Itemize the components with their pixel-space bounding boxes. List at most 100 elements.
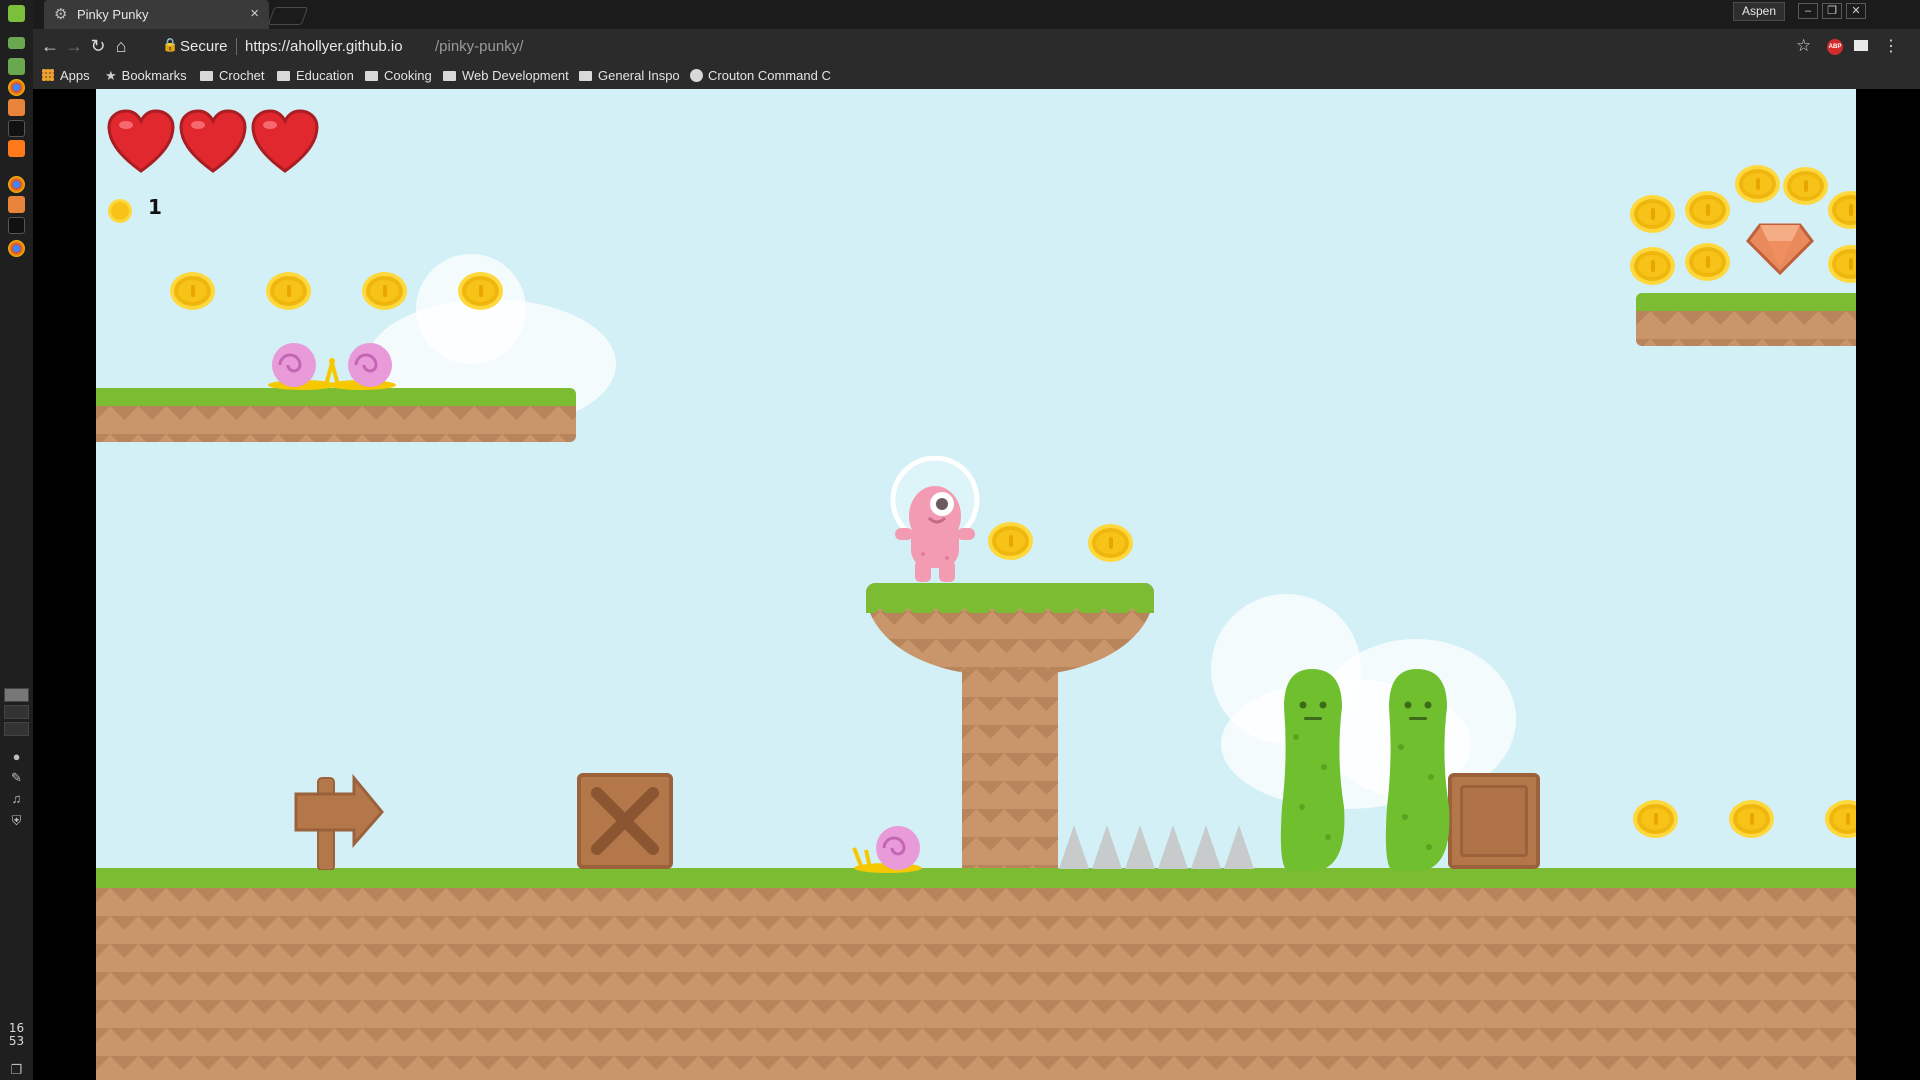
crate-x-mark (591, 787, 659, 855)
tab-pinky-punky[interactable]: ⚙ Pinky Punky × (44, 0, 269, 29)
coin (1685, 191, 1730, 229)
gear-icon: ⚙ (54, 6, 68, 23)
terminal-app-icon[interactable] (8, 120, 25, 137)
spike (1059, 825, 1089, 869)
folder-icon (365, 71, 378, 81)
files-folder-icon[interactable] (8, 58, 25, 75)
platform-grass (1636, 293, 1856, 321)
chrome-app-icon-2[interactable] (8, 176, 25, 193)
bookmark-apps[interactable]: Apps (42, 67, 90, 85)
spike (1092, 825, 1122, 869)
url-path: /pinky-punky/ (435, 38, 524, 55)
extension-icon[interactable] (1854, 40, 1868, 51)
close-window-button[interactable]: ✕ (1846, 3, 1866, 19)
sublime-app-icon-2[interactable] (8, 196, 25, 213)
bookmark-cooking[interactable]: Cooking (365, 67, 432, 85)
chrome-app-icon-3[interactable] (8, 240, 25, 257)
files-app-icon[interactable] (8, 37, 25, 49)
coin (170, 272, 215, 310)
adblock-extension-icon[interactable]: ABP (1827, 39, 1843, 55)
coin-counter-icon (108, 199, 132, 223)
ground-dirt (96, 888, 1856, 1080)
home-button[interactable]: ⌂ (111, 36, 131, 56)
spike (1125, 825, 1155, 869)
system-clock[interactable]: 16 53 (0, 1022, 33, 1048)
firefox-app-icon[interactable] (8, 140, 25, 157)
spike (1191, 825, 1221, 869)
bookmark-education[interactable]: Education (277, 67, 354, 85)
back-button[interactable]: ← (40, 36, 60, 56)
coin (1828, 191, 1856, 229)
workspace-3[interactable] (4, 722, 29, 736)
address-bar[interactable]: 🔒 Secure https://ahollyer.github.io /pin… (158, 32, 1835, 60)
coin (1783, 167, 1828, 205)
shield-icon[interactable]: ⛨ (7, 813, 26, 828)
coin (1735, 165, 1780, 203)
bookmark-web-development[interactable]: Web Development (443, 67, 569, 85)
workspace-2[interactable] (4, 705, 29, 719)
folder-icon (200, 71, 213, 81)
folder-icon (443, 71, 456, 81)
coin (1685, 243, 1730, 281)
bookmark-general-inspo[interactable]: General Inspo (579, 67, 680, 85)
reload-button[interactable]: ↻ (88, 36, 108, 56)
bookmark-crochet[interactable]: Crochet (200, 67, 265, 85)
bookmark-star-icon[interactable]: ☆ (1796, 36, 1811, 56)
coin (1630, 247, 1675, 285)
security-label: Secure (180, 38, 228, 55)
address-separator (236, 38, 237, 55)
slime-enemy (1280, 669, 1345, 871)
terminal-app-icon-2[interactable] (8, 217, 25, 234)
browser-menu-icon[interactable]: ⋮ (1883, 36, 1899, 56)
heart-icon (179, 109, 247, 173)
star-icon: ★ (105, 68, 117, 83)
lock-icon: 🔒 (162, 37, 179, 52)
heart-icon (251, 109, 319, 173)
github-icon (690, 69, 703, 82)
coin (266, 272, 311, 310)
user-icon[interactable]: ● (7, 749, 26, 764)
clock-minute: 53 (8, 1034, 25, 1048)
bookmark-bookmarks[interactable]: ★ Bookmarks (105, 67, 187, 85)
profile-button[interactable]: Aspen (1732, 2, 1785, 21)
folder-icon (579, 71, 592, 81)
tab-title: Pinky Punky (77, 7, 149, 22)
heart-icon (107, 109, 175, 173)
gem-pickup (1746, 223, 1814, 275)
page-margin-left (33, 89, 96, 1080)
coin (362, 272, 407, 310)
launcher-icon[interactable] (8, 5, 25, 22)
coin (1825, 800, 1856, 838)
coin (1729, 800, 1774, 838)
coin (988, 522, 1033, 560)
browser-chrome: ⚙ Pinky Punky × Aspen – ❐ ✕ ← → ↻ ⌂ 🔒 Se… (33, 0, 1920, 89)
restore-button[interactable]: ❐ (1822, 3, 1842, 19)
volume-icon[interactable]: ♫ (7, 791, 26, 806)
coin (458, 272, 503, 310)
coin (1633, 800, 1678, 838)
new-tab-button[interactable] (267, 7, 309, 25)
ground-grass (96, 868, 1856, 898)
game-canvas[interactable]: 1 (96, 89, 1856, 1080)
windows-icon[interactable]: ❐ (7, 1062, 26, 1077)
spike (1224, 825, 1254, 869)
forward-button[interactable]: → (64, 36, 84, 56)
snail-enemy (268, 343, 336, 390)
spike (1158, 825, 1188, 869)
workspace-1[interactable] (4, 688, 29, 702)
slime-enemy (1385, 669, 1450, 871)
os-shelf: ● ✎ ♫ ⛨ 16 53 ❐ (0, 0, 33, 1080)
coin (1088, 524, 1133, 562)
bookmark-crouton-command[interactable]: Crouton Command C (690, 67, 831, 85)
minimize-button[interactable]: – (1798, 3, 1818, 19)
tab-close-icon[interactable]: × (250, 5, 259, 22)
snail-enemy (328, 343, 396, 390)
tab-strip: ⚙ Pinky Punky × Aspen – ❐ ✕ (33, 0, 1920, 29)
sublime-app-icon[interactable] (8, 99, 25, 116)
pen-icon[interactable]: ✎ (7, 770, 26, 785)
coin-count: 1 (148, 195, 162, 219)
toolbar: ← → ↻ ⌂ 🔒 Secure https://ahollyer.github… (33, 29, 1920, 63)
crate-panel (1460, 785, 1528, 857)
coin (1828, 245, 1856, 283)
chrome-app-icon[interactable] (8, 79, 25, 96)
